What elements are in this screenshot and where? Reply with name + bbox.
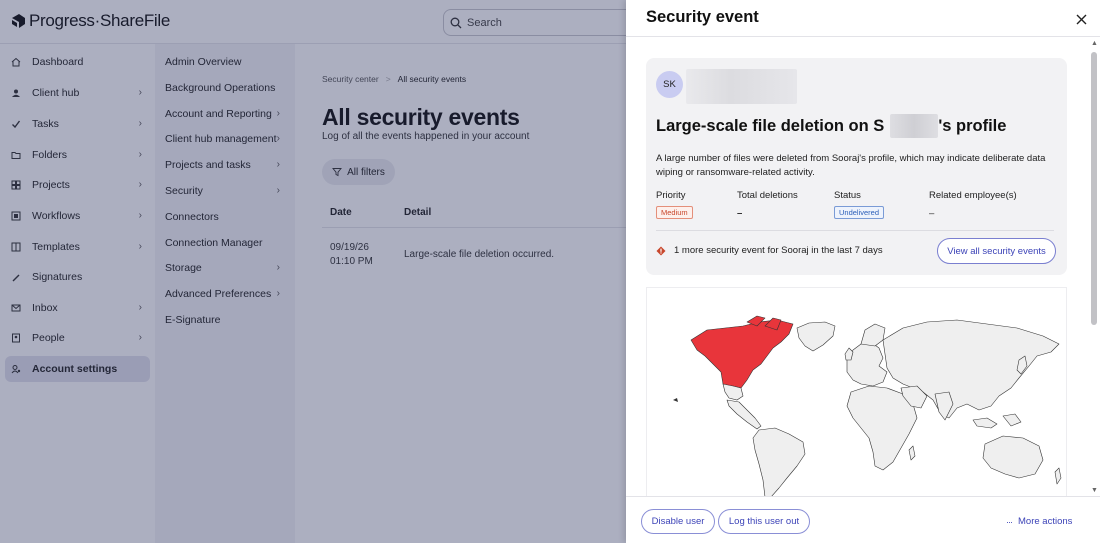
drawer-footer: Disable user Log this user out ··· More … <box>626 496 1100 543</box>
related-employees-value: – <box>929 208 935 219</box>
security-event-drawer: Security event SK Large-scale file delet… <box>626 0 1100 543</box>
log-user-out-button[interactable]: Log this user out <box>718 509 810 534</box>
drawer-header: Security event <box>626 0 1100 37</box>
scroll-down-arrow-icon[interactable]: ▼ <box>1091 487 1098 494</box>
redacted-user-name <box>686 69 797 104</box>
disable-user-button[interactable]: Disable user <box>641 509 715 534</box>
more-actions-label: More actions <box>1018 516 1073 527</box>
more-events-text: 1 more security event for Sooraj in the … <box>674 245 883 256</box>
scroll-thumb[interactable] <box>1091 52 1097 325</box>
total-deletions-value: – <box>737 208 743 219</box>
world-map[interactable] <box>646 287 1067 496</box>
related-employees-label: Related employee(s) <box>929 190 1017 201</box>
redacted-name-fragment <box>890 114 939 138</box>
priority-badge: Medium <box>656 206 693 219</box>
more-actions-button[interactable]: ··· More actions <box>1006 516 1072 527</box>
drawer-title: Security event <box>646 8 759 26</box>
priority-label: Priority <box>656 190 686 201</box>
event-summary-card: SK Large-scale file deletion on S 's prof… <box>646 58 1067 275</box>
more-events-notice: 1 more security event for Sooraj in the … <box>656 245 883 256</box>
scroll-up-arrow-icon[interactable]: ▲ <box>1091 40 1098 47</box>
avatar: SK <box>656 71 683 98</box>
event-title: Large-scale file deletion on S 's profile <box>656 114 1006 138</box>
more-dots-icon: ··· <box>1006 516 1013 527</box>
warning-diamond-icon <box>656 246 666 255</box>
view-all-security-events-button[interactable]: View all security events <box>937 238 1056 264</box>
modal-backdrop[interactable] <box>0 0 626 543</box>
event-title-prefix: Large-scale file deletion on S <box>656 116 885 135</box>
total-deletions-label: Total deletions <box>737 190 798 201</box>
event-description: A large number of files were deleted fro… <box>656 153 1046 178</box>
drawer-scrollbar[interactable]: ▲ ▼ <box>1088 37 1100 496</box>
card-divider <box>656 230 1054 231</box>
drawer-body[interactable]: SK Large-scale file deletion on S 's prof… <box>626 37 1100 496</box>
status-badge: Undelivered <box>834 206 885 219</box>
world-map-graphic <box>673 315 1062 496</box>
close-icon[interactable] <box>1074 12 1088 26</box>
status-label: Status <box>834 190 861 201</box>
event-title-suffix: 's profile <box>938 116 1007 135</box>
